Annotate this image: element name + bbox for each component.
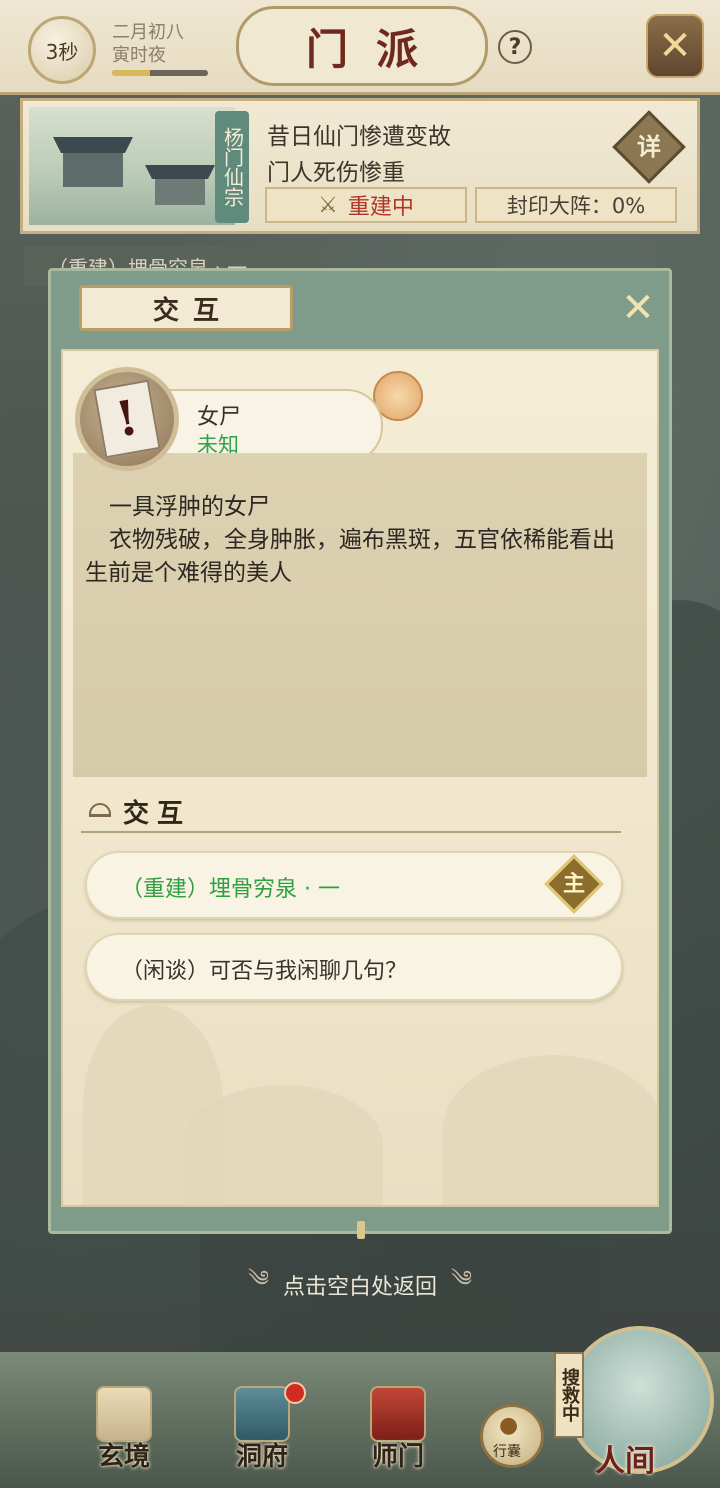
pouch-icon: ● <box>499 1413 519 1438</box>
rebuild-status-badge: ⚔ 重建中 <box>265 187 467 223</box>
swirl-left-icon: ༄ <box>247 1267 269 1292</box>
bottom-nav: 玄境 洞府 师门 ● 行囊 搜救中 人间 <box>0 1326 720 1488</box>
sect-landscape-image <box>29 107 235 225</box>
swirl-right-icon: ༄ <box>451 1267 473 1292</box>
banner-icon <box>370 1386 426 1442</box>
page-title: 门派 <box>236 6 488 86</box>
seal-formation-label: 封印大阵：0% <box>506 194 646 218</box>
nav-label-shimen: 师门 <box>371 1442 424 1472</box>
back-hint-label: 点击空白处返回 <box>282 1275 437 1300</box>
seal-formation-status: 封印大阵：0% <box>475 187 677 223</box>
back-hint[interactable]: ༄ 点击空白处返回 ༄ <box>0 1267 720 1302</box>
sect-description-line1: 昔日仙门惨遭变故 <box>267 124 451 150</box>
exclamation-card-icon: ! <box>93 379 161 459</box>
scroll-icon <box>96 1386 152 1442</box>
question-icon[interactable]: ? <box>498 30 532 64</box>
time-of-day: 寅时夜 <box>112 45 166 66</box>
main-quest-badge: 主 <box>544 854 604 914</box>
crossed-swords-icon: ⚔ <box>318 192 338 218</box>
dialog-title: 交互 <box>79 285 293 331</box>
sect-description-line2: 门人死伤惨重 <box>267 160 405 186</box>
npc-description-box: 一具浮肿的女尸 衣物残破，全身肿胀，遍布黑斑，五官依稀能看出生前是个难得的美人 <box>73 453 647 777</box>
npc-name: 女尸 <box>197 405 242 430</box>
nav-item-shimen[interactable]: 师门 <box>348 1386 448 1486</box>
nav-label-dongfu: 洞府 <box>235 1442 288 1472</box>
option-chat[interactable]: （闲谈）可否与我闲聊几句？ <box>85 933 623 1001</box>
npc-portrait: ! <box>75 367 179 471</box>
rebuild-status-label: 重建中 <box>347 195 414 220</box>
main-quest-badge-label: 主 <box>562 871 585 897</box>
detail-button[interactable]: 详 <box>612 110 686 184</box>
option-rebuild[interactable]: （重建）埋骨穷泉 · 一 主 <box>85 851 623 919</box>
time-progress-fill <box>112 70 151 76</box>
npc-description-line1: 一具浮肿的女尸 <box>109 494 270 520</box>
pavilion-icon <box>234 1386 290 1442</box>
crossed-swords-icon[interactable]: ✕ <box>646 14 704 78</box>
npc-name-plate: 女尸 未知 <box>163 389 383 463</box>
npc-description-line2: 衣物残破，全身肿胀，遍布黑斑，五官依稀能看出生前是个难得的美人 <box>85 527 615 586</box>
crossed-swords-icon[interactable]: ✕ <box>617 285 659 331</box>
nav-item-dongfu[interactable]: 洞府 <box>212 1382 312 1486</box>
option-rebuild-label: （重建）埋骨穷泉 · 一 <box>121 877 340 902</box>
nav-item-xuanjing[interactable]: 玄境 <box>74 1386 174 1486</box>
bag-label: 行囊 <box>493 1444 521 1460</box>
sect-name: 杨门仙宗 <box>215 111 249 223</box>
detail-button-label: 详 <box>637 132 661 161</box>
section-label: 交互 <box>123 799 192 829</box>
search-status-tag: 搜救中 <box>554 1352 584 1438</box>
sect-info-panel: 杨门仙宗 昔日仙门惨遭变故 门人死伤惨重 详 ⚔ 重建中 封印大阵：0% <box>20 98 700 234</box>
cloud-icon <box>89 803 111 817</box>
time-progress-bar <box>112 70 208 76</box>
bag-button[interactable]: ● 行囊 <box>480 1404 544 1468</box>
interaction-dialog: 交互 ✕ 女尸 未知 ! 一具浮肿的女尸 衣物残破，全身肿胀，遍布黑斑，五官依稀… <box>48 268 672 1239</box>
scroll-pin-icon <box>357 1221 365 1239</box>
nav-label-xuanjing: 玄境 <box>97 1442 150 1472</box>
option-chat-label: （闲谈）可否与我闲聊几句？ <box>121 959 408 984</box>
interaction-section-header: 交互 <box>81 791 621 833</box>
world-label[interactable]: 人间 <box>580 1436 670 1480</box>
notification-dot <box>284 1382 306 1404</box>
timer-badge: 3秒 <box>28 16 96 84</box>
timer-text: 3秒 <box>45 39 79 64</box>
top-bar: 3秒 二月初八 寅时夜 门派 ? ✕ <box>0 0 720 95</box>
